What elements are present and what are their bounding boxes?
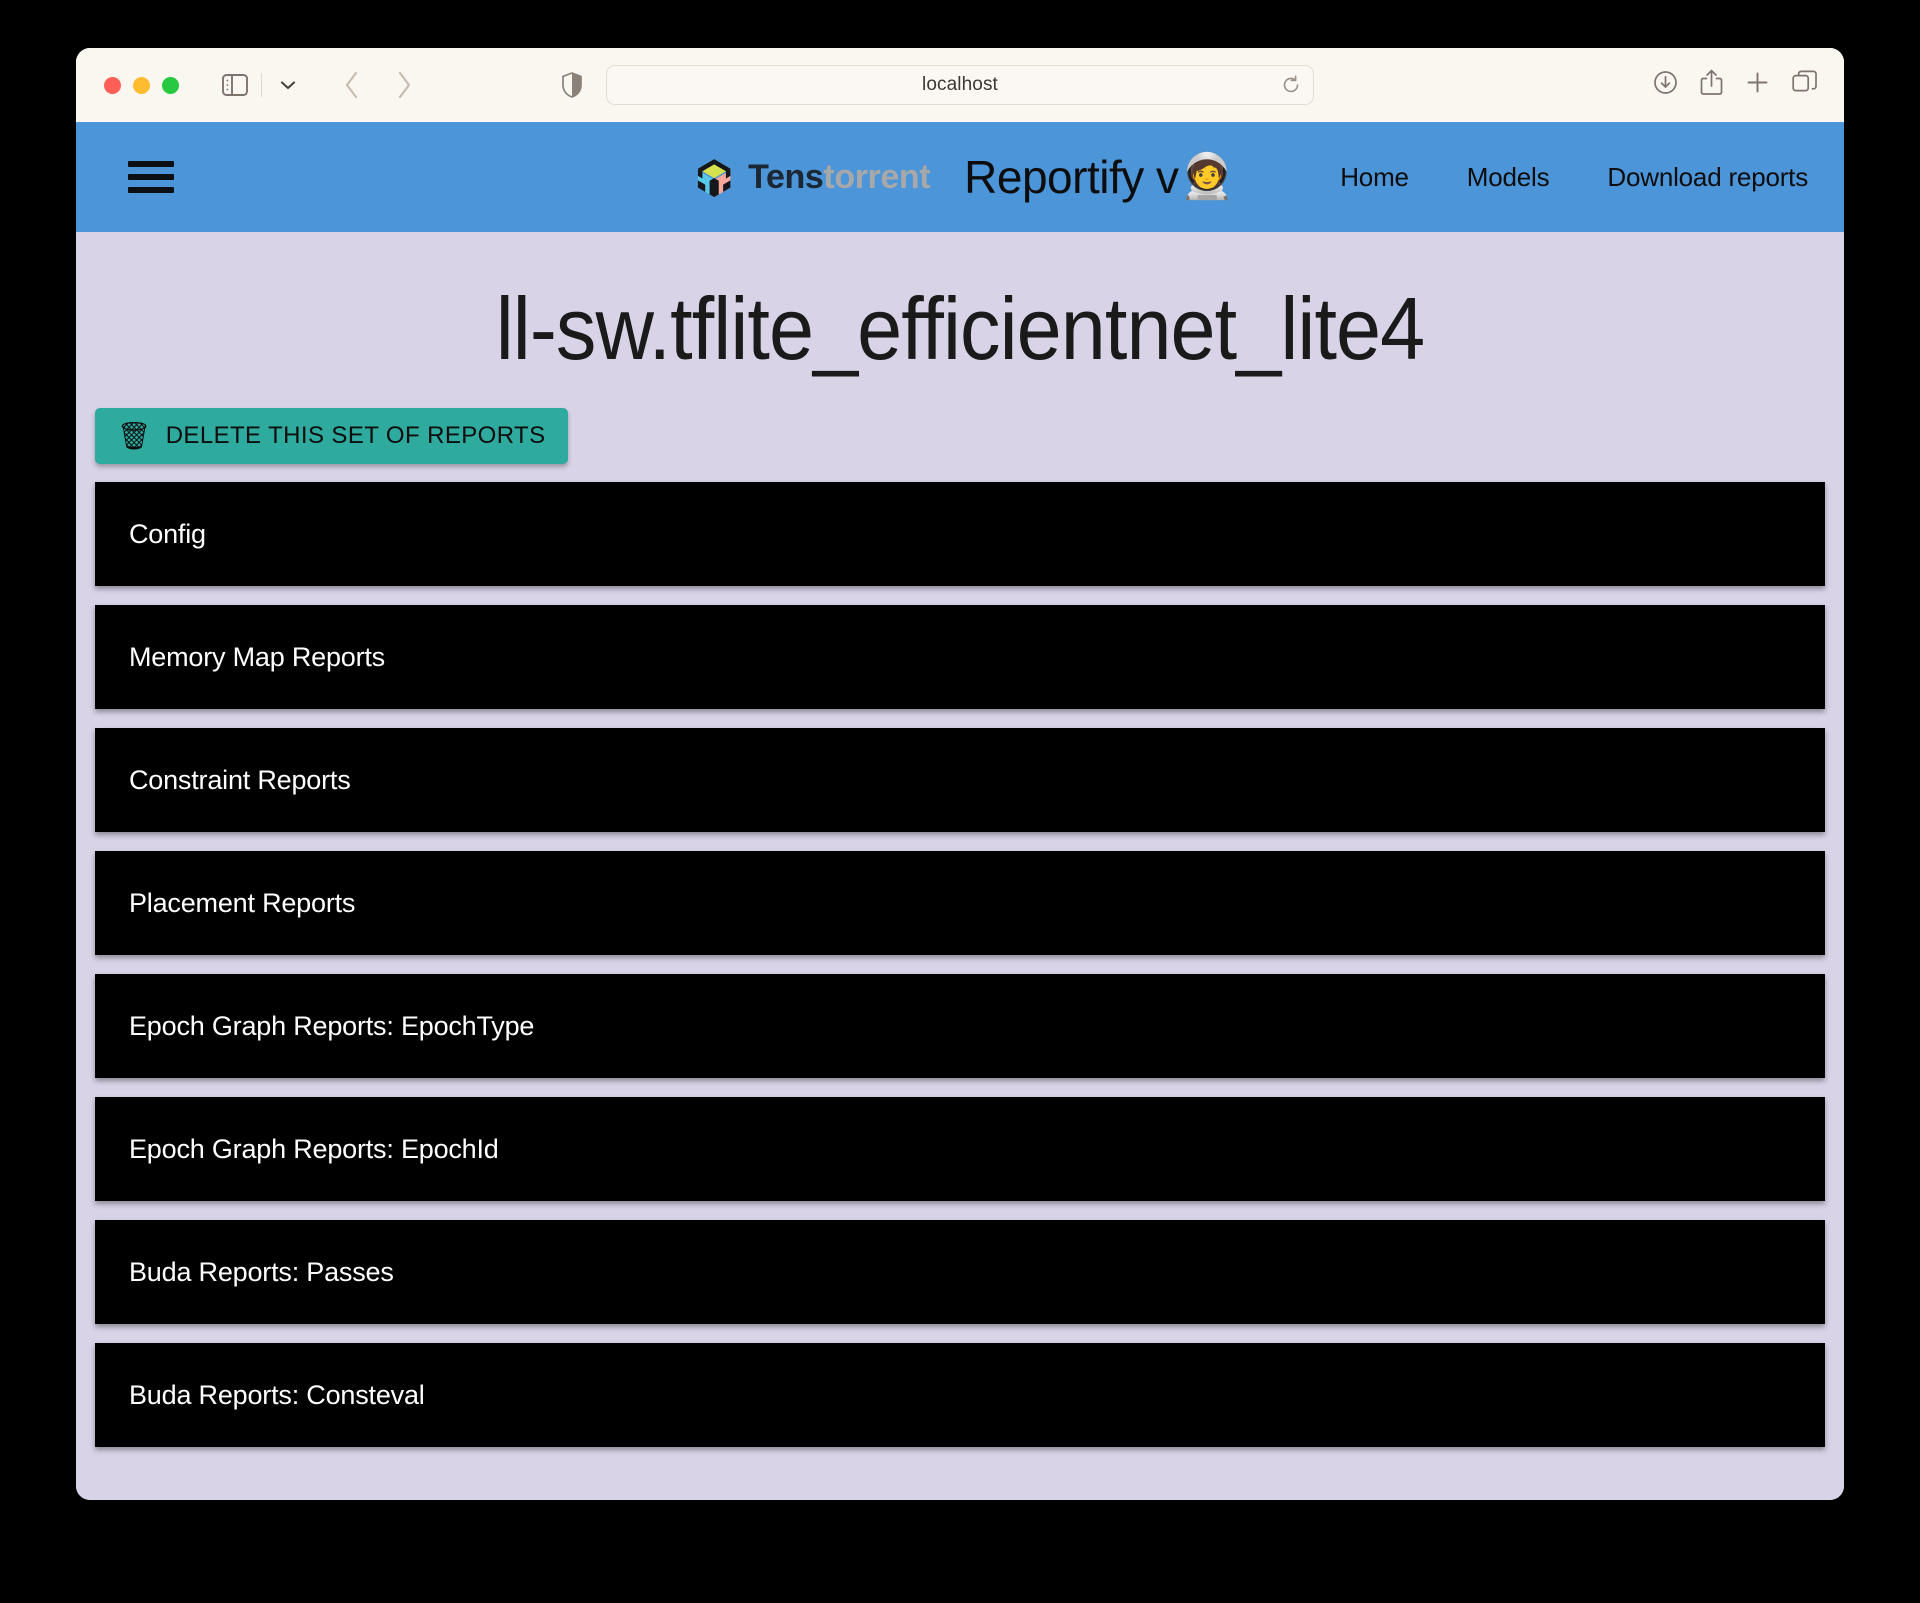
toolbar-divider: [261, 73, 262, 97]
accordion-label: Constraint Reports: [129, 764, 351, 795]
nav-link-home[interactable]: Home: [1340, 162, 1409, 193]
navigation-arrows: [332, 65, 424, 105]
page-content: ll-sw.tflite_efficientnet_lite4 🗑 DELETE…: [76, 232, 1844, 1500]
browser-window: localhost: [76, 48, 1844, 1500]
chevron-down-icon[interactable]: [266, 63, 310, 107]
tab-overview-icon[interactable]: [1792, 70, 1818, 101]
app-title: Reportify v 🧑‍🚀: [964, 150, 1234, 204]
toolbar-left-group: [213, 63, 424, 107]
shield-icon[interactable]: [562, 72, 582, 98]
browser-toolbar: localhost: [76, 48, 1844, 122]
minimize-window-button[interactable]: [133, 76, 150, 94]
astronaut-icon: 🧑‍🚀: [1179, 152, 1235, 201]
brand[interactable]: Tenstorrent Reportify v 🧑‍🚀: [686, 149, 1234, 205]
accordion-label: Epoch Graph Reports: EpochType: [129, 1010, 535, 1041]
delete-reports-label: DELETE THIS SET OF REPORTS: [165, 422, 546, 449]
sidebar-toggle-icon[interactable]: [213, 63, 257, 107]
accordion-item-epoch-graph-reports-epochid[interactable]: Epoch Graph Reports: EpochId: [95, 1097, 1825, 1201]
accordion-label: Buda Reports: Passes: [129, 1256, 394, 1287]
page-title: ll-sw.tflite_efficientnet_lite4: [495, 279, 1425, 378]
brand-word-second: torrent: [823, 157, 931, 196]
reload-icon[interactable]: [1281, 75, 1301, 95]
accordion-item-buda-reports-passes[interactable]: Buda Reports: Passes: [95, 1220, 1825, 1324]
delete-reports-button[interactable]: 🗑 DELETE THIS SET OF REPORTS: [95, 408, 568, 464]
accordion-item-memory-map-reports[interactable]: Memory Map Reports: [95, 605, 1825, 709]
downloads-icon[interactable]: [1653, 70, 1678, 100]
trash-icon: 🗑: [117, 420, 152, 451]
reports-accordion: Config Memory Map Reports Constraint Rep…: [76, 482, 1844, 1447]
tenstorrent-cube-logo: [697, 159, 731, 198]
forward-arrow-icon[interactable]: [384, 65, 424, 105]
close-window-button[interactable]: [104, 76, 121, 94]
nav-links: Home Models Download reports: [1340, 162, 1808, 193]
hamburger-bar: [128, 187, 174, 193]
hamburger-bar: [128, 161, 174, 167]
address-bar-container: localhost: [562, 65, 1314, 105]
accordion-item-buda-reports-consteval[interactable]: Buda Reports: Consteval: [95, 1343, 1825, 1447]
accordion-label: Placement Reports: [129, 887, 356, 918]
share-icon[interactable]: [1700, 69, 1723, 101]
nav-link-download-reports[interactable]: Download reports: [1607, 162, 1808, 193]
accordion-label: Config: [129, 518, 206, 549]
accordion-label: Epoch Graph Reports: EpochId: [129, 1133, 499, 1164]
toolbar-right-group: [1653, 69, 1818, 101]
address-text: localhost: [922, 74, 998, 95]
accordion-item-epoch-graph-reports-epochtype[interactable]: Epoch Graph Reports: EpochType: [95, 974, 1825, 1078]
app-title-text: Reportify v: [964, 151, 1179, 203]
app-navbar: Tenstorrent Reportify v 🧑‍🚀 Home Models D…: [76, 122, 1844, 232]
accordion-item-placement-reports[interactable]: Placement Reports: [95, 851, 1825, 955]
maximize-window-button[interactable]: [162, 76, 179, 94]
nav-link-models[interactable]: Models: [1467, 162, 1550, 193]
accordion-item-constraint-reports[interactable]: Constraint Reports: [95, 728, 1825, 832]
accordion-item-config[interactable]: Config: [95, 482, 1825, 586]
hamburger-menu-icon[interactable]: [128, 161, 174, 193]
brand-word-first: Tens: [748, 157, 824, 196]
back-arrow-icon[interactable]: [332, 65, 372, 105]
address-bar[interactable]: localhost: [606, 65, 1314, 105]
plus-icon[interactable]: [1745, 70, 1770, 100]
window-controls: [104, 76, 179, 94]
brand-wordmark: Tenstorrent: [748, 158, 930, 197]
accordion-label: Memory Map Reports: [129, 641, 385, 672]
hamburger-bar: [128, 174, 174, 180]
accordion-label: Buda Reports: Consteval: [129, 1379, 425, 1410]
